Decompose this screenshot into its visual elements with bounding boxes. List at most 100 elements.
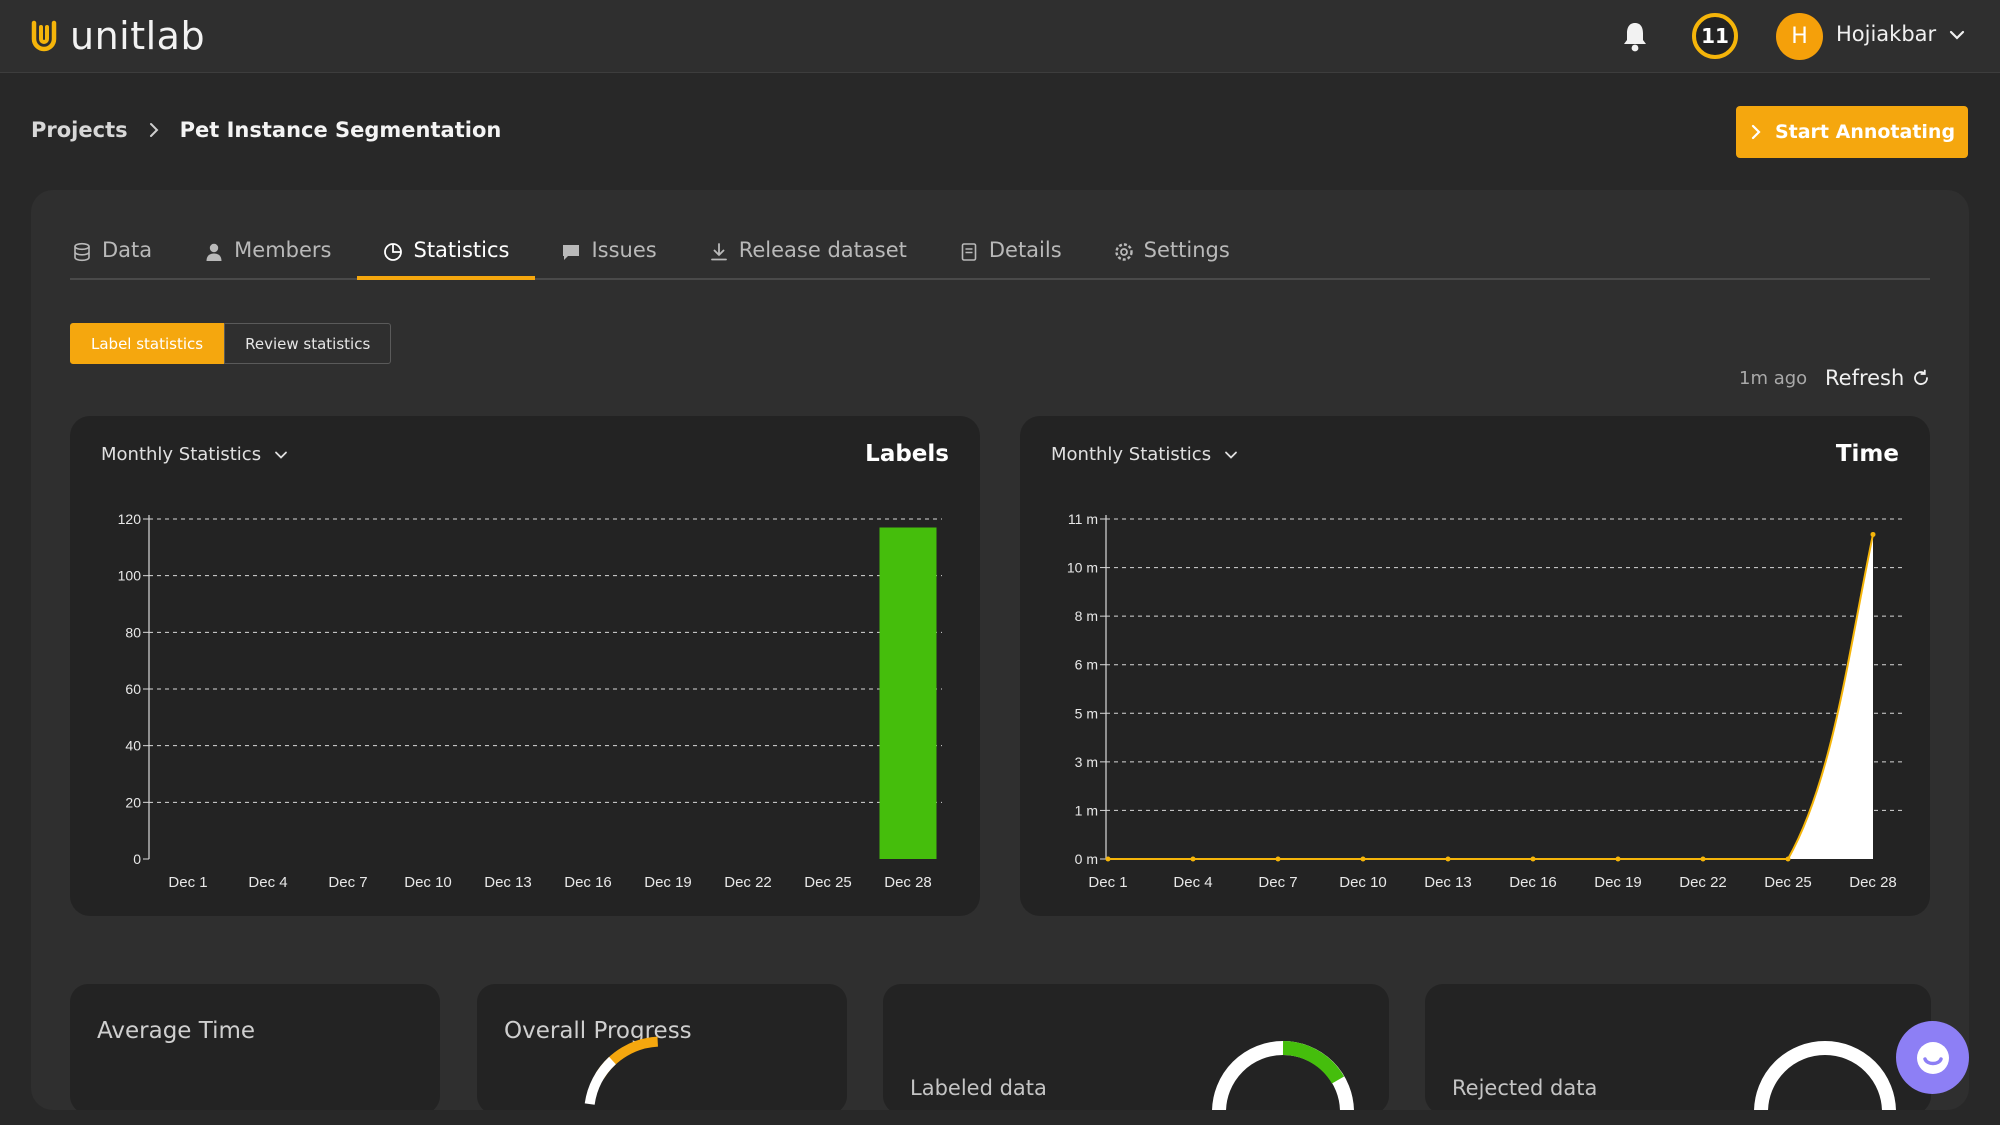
progress-ring xyxy=(477,984,847,1110)
review-statistics-button[interactable]: Review statistics xyxy=(224,323,391,364)
tab-settings[interactable]: Settings xyxy=(1088,238,1256,280)
logo[interactable]: unitlab xyxy=(30,14,205,58)
x-tick-label: Dec 28 xyxy=(884,874,932,891)
y-tick-label: 3 m xyxy=(1075,754,1098,770)
x-tick-label: Dec 19 xyxy=(644,874,692,891)
bar xyxy=(880,528,937,860)
area-fill xyxy=(1788,534,1873,859)
last-updated-text: 1m ago xyxy=(1739,368,1807,389)
x-tick-label: Dec 10 xyxy=(1339,874,1387,891)
pie-chart-icon xyxy=(383,242,403,262)
x-tick-label: Dec 25 xyxy=(1764,874,1812,891)
unitlab-logo-icon xyxy=(30,19,58,53)
x-tick-label: Dec 22 xyxy=(724,874,772,891)
project-panel: Data Members Statistics Issues Release d… xyxy=(31,190,1969,1110)
database-icon xyxy=(72,242,92,262)
time-chart-card: Monthly Statistics Time 11 m10 m8 m6 m5 … xyxy=(1020,416,1930,916)
y-tick-label: 0 m xyxy=(1075,851,1098,867)
data-point xyxy=(1446,857,1451,862)
tab-release-dataset[interactable]: Release dataset xyxy=(683,238,933,280)
labels-chart-card: Monthly Statistics Labels 12010080604020… xyxy=(70,416,980,916)
overall-progress-card: Overall Progress xyxy=(477,984,847,1110)
data-point xyxy=(1871,532,1876,537)
x-tick-label: Dec 7 xyxy=(1258,874,1297,891)
username[interactable]: Hojiakbar xyxy=(1836,22,1936,46)
document-icon xyxy=(959,242,979,262)
y-tick-label: 120 xyxy=(118,511,142,527)
labeled-data-card: Labeled data xyxy=(883,984,1389,1110)
logo-text: unitlab xyxy=(70,14,205,58)
x-tick-label: Dec 10 xyxy=(404,874,452,891)
x-tick-label: Dec 25 xyxy=(804,874,852,891)
top-bar: unitlab 11 H Hojiakbar xyxy=(0,0,2000,73)
time-area-chart: 11 m10 m8 m6 m5 m3 m1 m0 mDec 1Dec 4Dec … xyxy=(1020,416,1930,916)
y-tick-label: 11 m xyxy=(1068,511,1098,527)
credits-badge[interactable]: 11 xyxy=(1692,13,1738,59)
data-point xyxy=(1106,857,1111,862)
user-icon xyxy=(204,242,224,262)
tab-members[interactable]: Members xyxy=(178,238,357,280)
tab-label: Issues xyxy=(591,238,656,262)
x-tick-label: Dec 7 xyxy=(328,874,367,891)
tab-label: Statistics xyxy=(413,238,509,262)
data-point xyxy=(1361,857,1366,862)
tab-label: Settings xyxy=(1144,238,1230,262)
y-tick-label: 60 xyxy=(125,681,141,697)
rejected-data-card: Rejected data xyxy=(1425,984,1931,1110)
rejected-data-donut xyxy=(1425,984,1931,1110)
chevron-down-icon[interactable] xyxy=(1948,26,1966,44)
data-point xyxy=(1616,857,1621,862)
tab-data[interactable]: Data xyxy=(70,238,178,280)
y-tick-label: 0 xyxy=(133,851,141,867)
tab-statistics[interactable]: Statistics xyxy=(357,238,535,280)
labeled-data-donut xyxy=(883,984,1389,1110)
y-tick-label: 10 m xyxy=(1067,560,1098,576)
notification-bell-icon[interactable] xyxy=(1620,20,1650,52)
comment-icon xyxy=(561,242,581,262)
page-title: Pet Instance Segmentation xyxy=(180,118,502,142)
support-chat-button[interactable] xyxy=(1896,1021,1969,1094)
breadcrumb: Projects Pet Instance Segmentation xyxy=(31,118,501,142)
data-point xyxy=(1786,857,1791,862)
chevron-right-icon xyxy=(146,121,162,139)
tab-issues[interactable]: Issues xyxy=(535,238,682,280)
chat-icon xyxy=(1913,1038,1953,1078)
breadcrumb-projects-link[interactable]: Projects xyxy=(31,118,128,142)
x-tick-label: Dec 1 xyxy=(1088,874,1127,891)
y-tick-label: 80 xyxy=(125,624,141,640)
refresh-icon xyxy=(1912,369,1930,387)
tab-label: Details xyxy=(989,238,1062,262)
labels-bar-chart: 120100806040200Dec 1Dec 4Dec 7Dec 10Dec … xyxy=(70,416,980,916)
average-time-card: Average Time xyxy=(70,984,440,1110)
refresh-label: Refresh xyxy=(1825,366,1904,390)
x-tick-label: Dec 28 xyxy=(1849,874,1897,891)
card-title: Average Time xyxy=(97,1018,255,1044)
x-tick-label: Dec 1 xyxy=(168,874,207,891)
x-tick-label: Dec 16 xyxy=(564,874,612,891)
refresh-button[interactable]: Refresh xyxy=(1825,366,1930,390)
data-point xyxy=(1531,857,1536,862)
y-tick-label: 8 m xyxy=(1075,608,1098,624)
x-tick-label: Dec 13 xyxy=(484,874,532,891)
x-tick-label: Dec 16 xyxy=(1509,874,1557,891)
chevron-right-icon xyxy=(1749,124,1763,140)
start-annotating-button[interactable]: Start Annotating xyxy=(1736,106,1968,158)
label-statistics-button[interactable]: Label statistics xyxy=(70,323,224,364)
tab-label: Release dataset xyxy=(739,238,907,262)
x-tick-label: Dec 4 xyxy=(248,874,287,891)
start-annotating-label: Start Annotating xyxy=(1775,121,1955,143)
tab-label: Members xyxy=(234,238,331,262)
data-point xyxy=(1276,857,1281,862)
credits-count: 11 xyxy=(1701,24,1729,48)
tab-bar: Data Members Statistics Issues Release d… xyxy=(70,238,1930,280)
tab-details[interactable]: Details xyxy=(933,238,1088,280)
gear-icon xyxy=(1114,242,1134,262)
x-tick-label: Dec 22 xyxy=(1679,874,1727,891)
y-tick-label: 20 xyxy=(125,794,141,810)
avatar-initial: H xyxy=(1791,24,1808,49)
y-tick-label: 1 m xyxy=(1075,802,1098,818)
data-point xyxy=(1701,857,1706,862)
avatar[interactable]: H xyxy=(1776,13,1823,60)
data-point xyxy=(1191,857,1196,862)
x-tick-label: Dec 4 xyxy=(1173,874,1212,891)
